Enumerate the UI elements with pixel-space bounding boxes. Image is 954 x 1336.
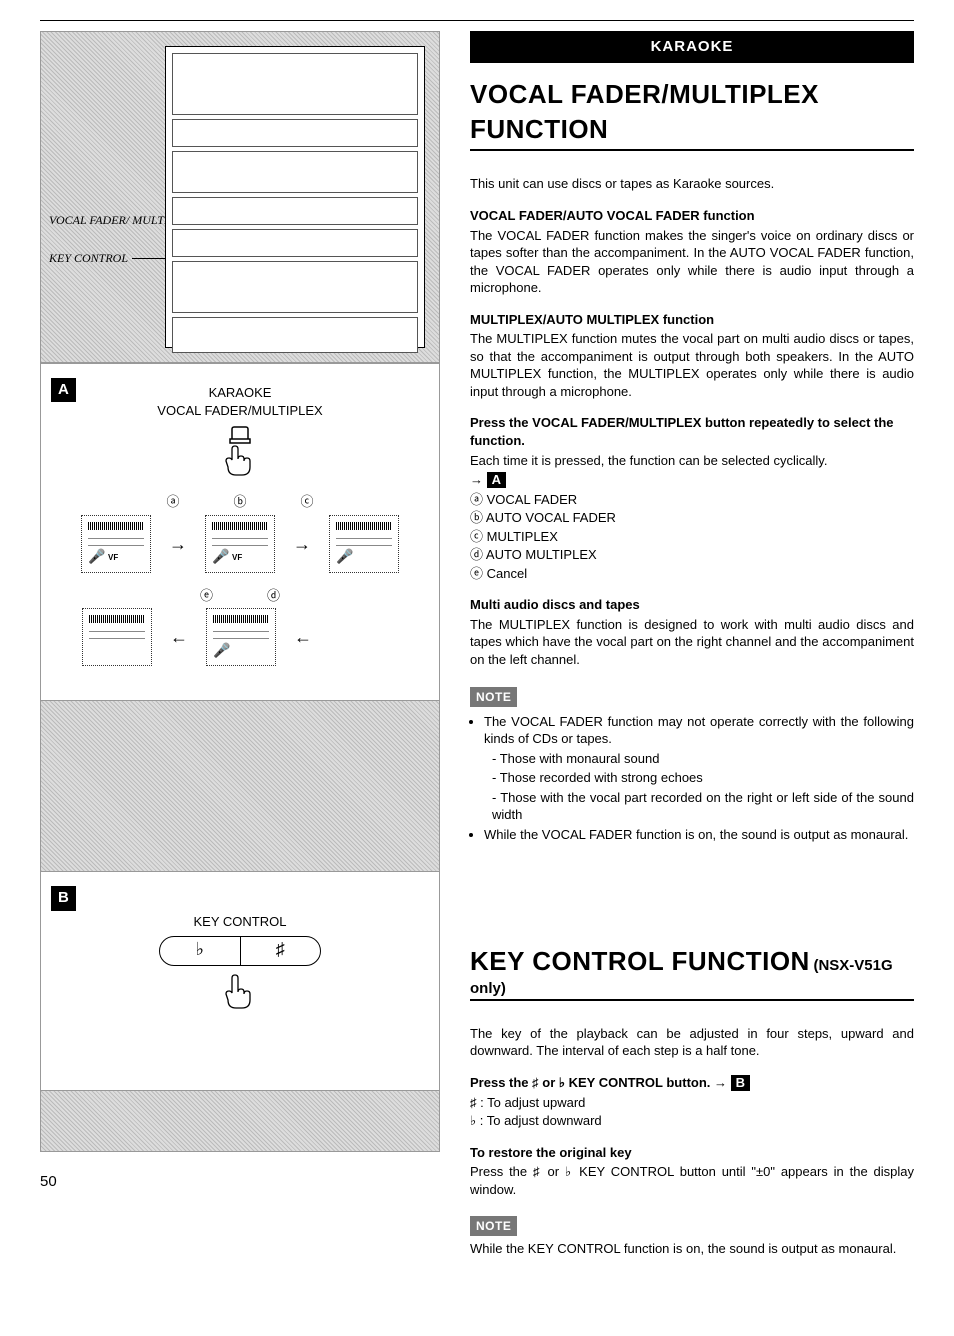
option-c-label: ⓒ xyxy=(301,493,314,511)
option-b: ⓑ AUTO VOCAL FADER xyxy=(470,509,914,527)
option-e-label: ⓔ xyxy=(200,587,213,605)
note1-a: Those with monaural sound xyxy=(492,750,914,768)
option-b-label: ⓑ xyxy=(233,493,246,511)
vocal-fader-heading: VOCAL FADER/AUTO VOCAL FADER function xyxy=(470,207,914,225)
note-label-2: NOTE xyxy=(470,1216,517,1236)
note2-text: While the VOCAL FADER function is on, th… xyxy=(484,826,914,844)
callout-key-control: KEY CONTROL xyxy=(49,250,128,266)
press-button-icon xyxy=(218,425,262,479)
hand-pointer-icon xyxy=(218,972,262,1016)
section1-intro: This unit can use discs or tapes as Kara… xyxy=(470,175,914,193)
multiplex-text: The MULTIPLEX function mutes the vocal p… xyxy=(470,330,914,400)
hatch-separator xyxy=(40,701,440,871)
note1-text: The VOCAL FADER function may not operate… xyxy=(484,714,914,747)
left-column: VOCAL FADER/ MULTIPLEX KEY CONTROL A KA xyxy=(40,31,440,1268)
display-state-d: 🎤 xyxy=(206,608,276,666)
display-state-e xyxy=(82,608,152,666)
sharp-symbol: ♯ xyxy=(241,937,321,965)
multi-audio-heading: Multi audio discs and tapes xyxy=(470,596,914,614)
press-instruction-text: Each time it is pressed, the function ca… xyxy=(470,452,914,470)
vocal-fader-text: The VOCAL FADER function makes the singe… xyxy=(470,227,914,297)
flat-symbol: ♭ xyxy=(160,937,241,965)
note1-c: Those with the vocal part recorded on th… xyxy=(492,789,914,824)
panel-b-badge: B xyxy=(51,886,76,910)
panel-a-line1: KARAOKE xyxy=(51,384,429,402)
arrow-icon: ← xyxy=(170,608,188,666)
note-list-1: The VOCAL FADER function may not operate… xyxy=(470,713,914,844)
section2-intro: The key of the playback can be adjusted … xyxy=(470,1025,914,1060)
note-label: NOTE xyxy=(470,687,517,707)
panel-a-badge: A xyxy=(51,378,76,402)
option-a-label: ⓐ xyxy=(166,493,179,511)
right-column: KARAOKE VOCAL FADER/MULTIPLEX FUNCTION T… xyxy=(470,31,914,1268)
key-control-button-drawing: ♭ ♯ xyxy=(159,936,321,966)
flat-instruction: ♭ : To adjust downward xyxy=(470,1112,914,1130)
restore-heading: To restore the original key xyxy=(470,1144,914,1162)
karaoke-banner: KARAOKE xyxy=(470,31,914,63)
multiplex-heading: MULTIPLEX/AUTO MULTIPLEX function xyxy=(470,311,914,329)
option-d-label: ⓓ xyxy=(267,587,280,605)
page-layout: VOCAL FADER/ MULTIPLEX KEY CONTROL A KA xyxy=(40,31,914,1268)
option-e: ⓔ Cancel xyxy=(470,565,914,583)
section2-title: KEY CONTROL FUNCTION xyxy=(470,946,810,976)
display-state-a: 🎤VF xyxy=(81,515,151,573)
option-a: ⓐ VOCAL FADER xyxy=(470,491,914,509)
press-instruction-heading: Press the VOCAL FADER/MULTIPLEX button r… xyxy=(470,414,914,449)
stereo-illustration-box: VOCAL FADER/ MULTIPLEX KEY CONTROL xyxy=(40,31,440,363)
multi-audio-text: The MULTIPLEX function is designed to wo… xyxy=(470,616,914,669)
see-diagram-a: → A xyxy=(470,471,914,489)
option-d: ⓓ AUTO MULTIPLEX xyxy=(470,546,914,564)
note1-b: Those recorded with strong echoes xyxy=(492,769,914,787)
section1-title: VOCAL FADER/MULTIPLEX FUNCTION xyxy=(470,77,914,147)
page-number: 50 xyxy=(40,1172,440,1192)
panel-a-line2: VOCAL FADER/MULTIPLEX xyxy=(51,402,429,420)
restore-text: Press the ♯ or ♭ KEY CONTROL button unti… xyxy=(470,1163,914,1198)
hatch-bottom xyxy=(40,1091,440,1152)
arrow-icon: ← xyxy=(294,608,312,666)
section2-note: While the KEY CONTROL function is on, th… xyxy=(470,1240,914,1258)
diagram-panel-b: B KEY CONTROL ♭ ♯ xyxy=(40,871,440,1091)
panel-b-title: KEY CONTROL xyxy=(51,913,429,931)
sharp-instruction: ♯ : To adjust upward xyxy=(470,1094,914,1112)
function-options-list: ⓐ VOCAL FADER ⓑ AUTO VOCAL FADER ⓒ MULTI… xyxy=(470,491,914,583)
arrow-icon: → xyxy=(293,515,311,573)
display-state-b: 🎤VF xyxy=(205,515,275,573)
key-press-heading: Press the ♯ or ♭ KEY CONTROL button. → B xyxy=(470,1074,914,1092)
option-c: ⓒ MULTIPLEX xyxy=(470,528,914,546)
display-state-c: 🎤 xyxy=(329,515,399,573)
arrow-icon: → xyxy=(169,515,187,573)
diagram-panel-a: A KARAOKE VOCAL FADER/MULTIPLEX ⓐ ⓑ ⓒ 🎤V… xyxy=(40,363,440,701)
stereo-unit-drawing xyxy=(165,46,425,348)
